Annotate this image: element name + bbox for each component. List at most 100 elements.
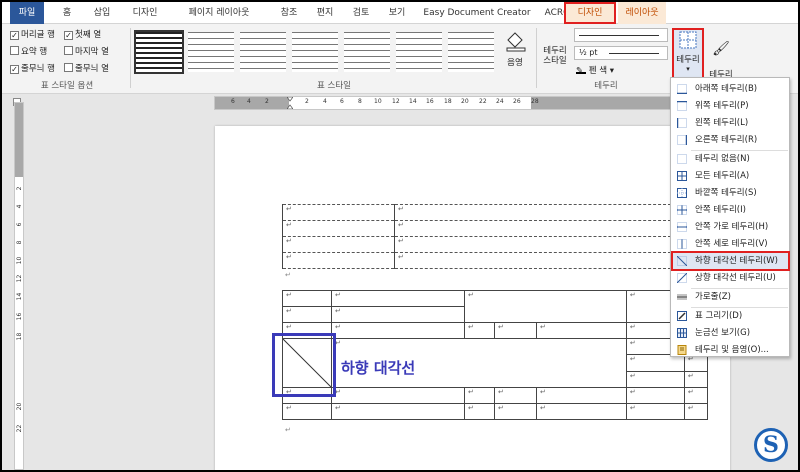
option-header-row[interactable]: ✓ 머리글 행 bbox=[10, 29, 55, 42]
table-cell[interactable]: ↵ bbox=[282, 220, 395, 237]
table-cell[interactable]: ↵ bbox=[463, 322, 495, 339]
line-style-dropdown[interactable] bbox=[574, 28, 668, 42]
border-painter-button[interactable]: 🖌 테두리 복사 bbox=[706, 28, 736, 90]
tab-file[interactable]: 파일 bbox=[10, 2, 44, 24]
table-cell[interactable]: ↵ bbox=[683, 370, 709, 389]
table-style-plain[interactable] bbox=[188, 32, 234, 72]
menu-item-right-border[interactable]: 오른쪽 테두리(R) bbox=[673, 132, 788, 148]
table-cell[interactable]: ↵ bbox=[463, 290, 627, 323]
document-page[interactable]: ↵ ↵ ↵ ↵ ↵ ↵ ↵ ↵ ↵ ↵ ↵ ↵ ↵ ↵ ↵ ↵ ↵ ↵ ↵ ↵ ↵ ↵ bbox=[215, 126, 730, 470]
border-styles-button[interactable]: 테두리 스타일 bbox=[540, 46, 570, 76]
menu-item-inside-borders[interactable]: 안쪽 테두리(I) bbox=[673, 202, 788, 218]
menu-item-diagonal-up-border[interactable]: 상향 대각선 테두리(U) bbox=[673, 270, 788, 286]
option-banded-columns[interactable]: 줄무늬 열 bbox=[64, 63, 109, 76]
menu-item-inside-vertical-border[interactable]: 안쪽 세로 테두리(V) bbox=[673, 236, 788, 252]
table-cell[interactable]: ↵ bbox=[625, 403, 685, 420]
menu-item-label: 안쪽 테두리(I) bbox=[695, 205, 746, 215]
menu-item-diagonal-down-border[interactable]: 하향 대각선 테두리(W) bbox=[671, 251, 790, 271]
menu-item-view-gridlines[interactable]: 눈금선 보기(G) bbox=[673, 325, 788, 341]
horizontal-ruler[interactable]: 6 4 2 2 4 6 8 10 12 14 16 18 20 22 24 26… bbox=[214, 96, 694, 110]
table-1[interactable]: ↵ ↵ ↵ ↵ ↵ ↵ ↵ ↵ bbox=[282, 204, 672, 269]
table-cell[interactable]: ↵ bbox=[282, 204, 395, 221]
table-2[interactable]: ↵ ↵ ↵ ↵ ↵ ↵ ↵ ↵ ↵ ↵ ↵ ↵ ↵ ↵ ↵ ↵ ↵ ↵ ↵ ↵ … bbox=[282, 290, 709, 420]
tab-home[interactable]: 홈 bbox=[54, 2, 80, 24]
indent-marker-icon[interactable] bbox=[286, 96, 294, 110]
menu-item-inside-horizontal-border[interactable]: 안쪽 가로 테두리(H) bbox=[673, 219, 788, 235]
table-cell[interactable]: ↵ bbox=[282, 306, 332, 323]
table-cell[interactable]: ↵ bbox=[331, 322, 465, 339]
table-cell[interactable]: ↵ bbox=[331, 387, 465, 404]
tab-table-design[interactable]: 디자인 bbox=[564, 2, 616, 24]
table-style-plain[interactable] bbox=[292, 32, 338, 72]
menu-item-label: 테두리 및 음영(O)... bbox=[695, 345, 769, 355]
menu-item-top-border[interactable]: 위쪽 테두리(P) bbox=[673, 98, 788, 114]
tab-page-layout[interactable]: 페이지 레이아웃 bbox=[170, 2, 268, 24]
ruler-tick-label: 18 bbox=[16, 332, 23, 341]
shading-button[interactable]: 음영 bbox=[500, 28, 530, 74]
table-cell[interactable]: ↵ bbox=[535, 403, 627, 420]
table-cell[interactable]: ↵ bbox=[394, 236, 672, 253]
menu-item-left-border[interactable]: 왼쪽 테두리(L) bbox=[673, 115, 788, 131]
menu-item-draw-table[interactable]: 표 그리기(D) bbox=[673, 307, 788, 324]
table-cell[interactable]: ↵ bbox=[394, 204, 672, 221]
menu-item-label: 하향 대각선 테두리(W) bbox=[695, 256, 779, 266]
table-style-plain[interactable] bbox=[344, 32, 390, 72]
option-total-row[interactable]: 요약 행 bbox=[10, 46, 47, 59]
ruler-margin bbox=[215, 97, 289, 109]
menu-item-label: 안쪽 세로 테두리(V) bbox=[695, 239, 768, 249]
paint-bucket-icon bbox=[506, 32, 526, 52]
tab-references[interactable]: 참조 bbox=[274, 2, 304, 24]
table-cell[interactable]: ↵ bbox=[683, 403, 709, 420]
option-banded-rows[interactable]: ✓ 줄무늬 행 bbox=[10, 63, 55, 76]
table-cell[interactable]: ↵ bbox=[331, 306, 465, 323]
tab-mailings[interactable]: 편지 bbox=[310, 2, 340, 24]
word-window: 파일 홈 삽입 디자인 페이지 레이아웃 참조 편지 검토 보기 Easy Do… bbox=[2, 2, 798, 470]
group-label-style-options: 표 스타일 옵션 bbox=[40, 81, 94, 91]
table-style-plain[interactable] bbox=[448, 32, 494, 72]
chevron-down-icon: ▾ bbox=[686, 65, 690, 73]
table-cell[interactable]: ↵ bbox=[394, 220, 672, 237]
table-cell[interactable]: ↵ bbox=[282, 252, 395, 269]
top-border-icon bbox=[677, 101, 687, 111]
menu-item-all-borders[interactable]: 모든 테두리(A) bbox=[673, 168, 788, 184]
menu-item-outside-borders[interactable]: 바깥쪽 테두리(S) bbox=[673, 185, 788, 201]
ruler-tick-label: 8 bbox=[358, 98, 362, 105]
vertical-ruler[interactable]: 2 4 6 8 10 12 14 16 18 20 22 bbox=[14, 102, 24, 470]
table-cell[interactable]: ↵ bbox=[463, 403, 495, 420]
tab-view[interactable]: 보기 bbox=[382, 2, 412, 24]
table-cell[interactable]: ↵ bbox=[331, 290, 465, 307]
option-last-column[interactable]: 마지막 열 bbox=[64, 46, 109, 59]
tab-insert[interactable]: 삽입 bbox=[86, 2, 118, 24]
table-cell[interactable]: ↵ bbox=[535, 387, 627, 404]
table-cell[interactable]: ↵ bbox=[282, 290, 332, 307]
ruler-tick-label: 24 bbox=[496, 98, 504, 105]
tab-easy-document-creator[interactable]: Easy Document Creator bbox=[418, 2, 536, 24]
table-cell[interactable]: ↵ bbox=[683, 387, 709, 404]
menu-item-bottom-border[interactable]: 아래쪽 테두리(B) bbox=[673, 81, 788, 97]
table-cell[interactable]: ↵ bbox=[625, 387, 685, 404]
borders-button[interactable]: 테두리 ▾ bbox=[672, 28, 704, 80]
line-weight-dropdown[interactable]: ½ pt bbox=[574, 46, 668, 60]
table-cell[interactable]: ↵ bbox=[463, 387, 495, 404]
table-cell[interactable]: ↵ bbox=[535, 322, 627, 339]
table-cell[interactable]: ↵ bbox=[282, 403, 332, 420]
tab-design[interactable]: 디자인 bbox=[126, 2, 164, 24]
menu-item-horizontal-line[interactable]: 가로줄(Z) bbox=[673, 288, 788, 305]
table-cell[interactable]: ↵ bbox=[493, 403, 537, 420]
table-style-grid[interactable] bbox=[134, 30, 184, 74]
table-cell[interactable]: ↵ bbox=[394, 252, 672, 269]
menu-item-no-border[interactable]: 테두리 없음(N) bbox=[673, 150, 788, 167]
pen-color-button[interactable]: ✎ 펜 색 ▾ bbox=[576, 64, 614, 76]
tab-review[interactable]: 검토 bbox=[346, 2, 376, 24]
option-first-column[interactable]: ✓ 첫째 열 bbox=[64, 29, 101, 42]
table-style-plain[interactable] bbox=[240, 32, 286, 72]
table-cell[interactable]: ↵ bbox=[625, 370, 685, 389]
table-style-plain[interactable] bbox=[396, 32, 442, 72]
table-cell[interactable]: ↵ bbox=[493, 322, 537, 339]
tab-table-layout[interactable]: 레이아웃 bbox=[618, 2, 666, 24]
table-cell[interactable]: ↵ bbox=[331, 403, 465, 420]
menu-item-borders-and-shading[interactable]: 테두리 및 음영(O)... bbox=[673, 342, 788, 358]
table-cell[interactable]: ↵ bbox=[493, 387, 537, 404]
table-cell[interactable]: ↵ bbox=[282, 236, 395, 253]
group-label-borders: 테두리 bbox=[594, 81, 618, 91]
